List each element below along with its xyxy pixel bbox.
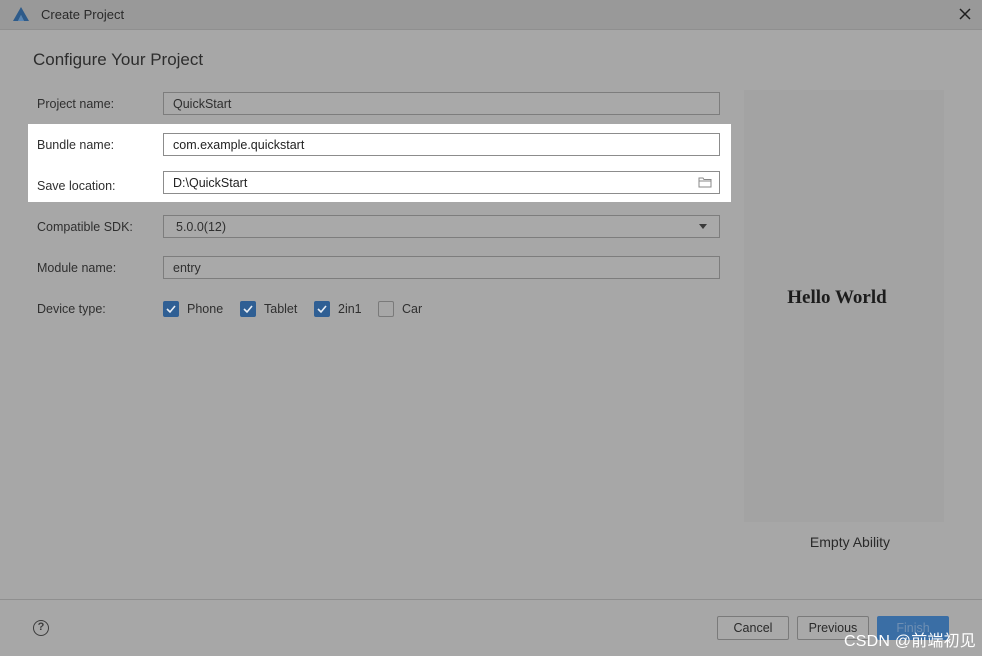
module-name-label: Module name: <box>37 261 117 275</box>
device-tablet-checkbox[interactable] <box>240 301 256 317</box>
template-name: Empty Ability <box>809 534 891 550</box>
module-name-input[interactable]: entry <box>163 256 720 279</box>
preview-hello-text: Hello World <box>787 287 887 308</box>
deveco-logo-icon <box>13 7 29 21</box>
bundle-name-label: Bundle name: <box>37 138 115 152</box>
device-tablet-label: Tablet <box>264 302 298 316</box>
watermark-text: CSDN @前端初见 <box>843 633 976 650</box>
device-phone-label: Phone <box>187 302 224 316</box>
device-type-label: Device type: <box>37 302 106 316</box>
checkmark-icon <box>317 305 327 314</box>
project-name-input[interactable]: QuickStart <box>163 92 720 115</box>
save-location-label: Save location: <box>37 179 116 193</box>
save-location-input[interactable]: D:\QuickStart <box>163 171 720 194</box>
checkmark-icon <box>166 305 176 314</box>
compatible-sdk-label: Compatible SDK: <box>37 220 133 234</box>
device-car-label: Car <box>402 302 423 316</box>
footer-divider <box>0 599 982 600</box>
cancel-button[interactable]: Cancel <box>717 616 789 640</box>
help-icon[interactable]: ? <box>33 620 49 636</box>
compatible-sdk-value: 5.0.0(12) <box>176 220 227 234</box>
close-icon[interactable] <box>956 5 974 23</box>
device-phone-checkbox[interactable] <box>163 301 179 317</box>
checkmark-icon <box>243 305 253 314</box>
page-title: Configure Your Project <box>33 50 204 69</box>
folder-icon[interactable] <box>698 176 712 188</box>
title-bar: Create Project <box>0 0 982 30</box>
device-2in1-label: 2in1 <box>338 302 362 316</box>
template-preview: Hello World <box>744 90 944 522</box>
window-title: Create Project <box>41 7 125 22</box>
device-car-checkbox[interactable] <box>378 301 394 317</box>
bundle-name-input[interactable]: com.example.quickstart <box>163 133 720 156</box>
project-name-label: Project name: <box>37 97 115 111</box>
save-location-value: D:\QuickStart <box>173 176 248 190</box>
compatible-sdk-select[interactable]: 5.0.0(12) <box>163 215 720 238</box>
device-2in1-checkbox[interactable] <box>314 301 330 317</box>
chevron-down-icon <box>699 224 707 229</box>
